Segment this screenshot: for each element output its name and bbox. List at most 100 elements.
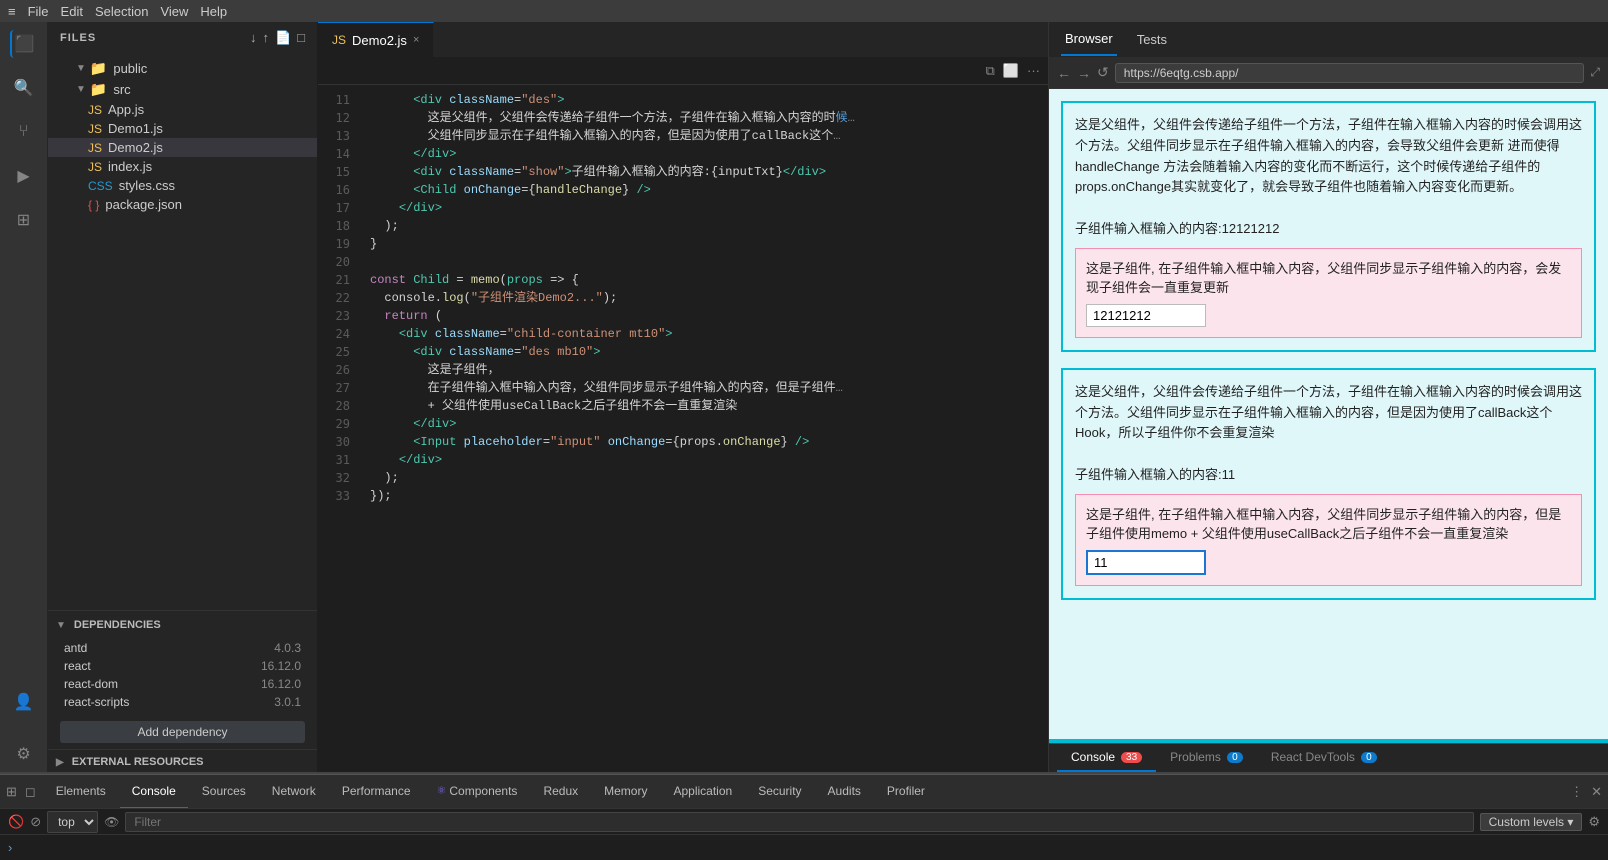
url-bar[interactable]: [1115, 63, 1585, 83]
more-actions-icon[interactable]: ···: [1027, 63, 1040, 78]
console-filter-toggle[interactable]: ⊘: [30, 814, 41, 830]
devtools-tab-performance[interactable]: Performance: [330, 775, 423, 809]
menu-icon[interactable]: ≡: [8, 4, 16, 19]
folder-icon: 📁: [90, 81, 107, 98]
browser-panel: Browser Tests ← → ↺ ⤢ 这是父组件，父组件会传递给子组件一个…: [1048, 22, 1608, 772]
help-menu[interactable]: Help: [200, 4, 227, 19]
refresh-button[interactable]: ↺: [1097, 64, 1109, 81]
tree-label: Demo1.js: [108, 121, 163, 136]
tree-label: public: [113, 61, 147, 76]
prompt-caret-icon: ›: [8, 840, 12, 855]
child-input-2[interactable]: [1086, 550, 1206, 575]
devtools-tab-redux[interactable]: Redux: [531, 775, 590, 809]
child-box-2: 这是子组件, 在子组件输入框中输入内容，父组件同步显示子组件输入的内容，但是子组…: [1075, 494, 1582, 586]
sort-up-icon[interactable]: ↑: [262, 30, 269, 46]
tree-item-src[interactable]: 📁 src: [48, 79, 317, 100]
line-numbers: 1112131415 1617181920 2122232425 2627282…: [318, 85, 358, 772]
tab-close-icon[interactable]: ×: [413, 34, 419, 46]
forward-button[interactable]: →: [1077, 65, 1091, 81]
tree-item-demo1js[interactable]: JS Demo1.js: [48, 119, 317, 138]
tree-item-demo2js[interactable]: JS Demo2.js: [48, 138, 317, 157]
editor-tab-demo2js[interactable]: JS Demo2.js ×: [318, 22, 434, 57]
custom-levels-label: Custom levels ▾: [1489, 815, 1574, 829]
external-resources-title: External resources: [56, 756, 309, 768]
devtools-tab-audits[interactable]: Audits: [816, 775, 873, 809]
browser-tab[interactable]: Browser: [1061, 23, 1117, 56]
top-bar-icons: ≡ File Edit Selection View Help: [8, 4, 227, 19]
add-dependency-button[interactable]: Add dependency: [60, 721, 305, 743]
tree-item-public[interactable]: 📁 public: [48, 58, 317, 79]
tree-item-appjs[interactable]: JS App.js: [48, 100, 317, 119]
code-content[interactable]: <div className="des"> 这是父组件，父组件会传递给子组件一个…: [358, 85, 1048, 772]
editor-tab-label: Demo2.js: [352, 33, 407, 48]
devtools-second-icon[interactable]: ◻: [25, 784, 36, 800]
open-preview-icon[interactable]: ⬜: [1003, 63, 1019, 79]
tree-item-stylescss[interactable]: CSS styles.css: [48, 176, 317, 195]
devtools-tab-console[interactable]: Console: [120, 775, 188, 809]
css-file-icon: CSS: [88, 179, 113, 193]
editor-area: JS Demo2.js × ⧉ ⬜ ··· 1112131415 1617181…: [318, 22, 1048, 772]
tests-tab[interactable]: Tests: [1133, 24, 1171, 55]
console-context-select[interactable]: top: [47, 811, 98, 833]
js-file-icon: JS: [88, 122, 102, 136]
file-menu[interactable]: File: [28, 4, 49, 19]
view-menu[interactable]: View: [160, 4, 188, 19]
split-editor-icon[interactable]: ⧉: [986, 63, 995, 79]
selection-menu[interactable]: Selection: [95, 4, 148, 19]
custom-levels-button[interactable]: Custom levels ▾: [1480, 813, 1583, 831]
avatar-icon[interactable]: 👤: [10, 688, 38, 716]
parent-box-2: 这是父组件，父组件会传递给子组件一个方法，子组件在输入框输入内容的时候会调用这个…: [1061, 368, 1596, 600]
console-tab-bar: Console 33 Problems 0 React DevTools 0: [1049, 744, 1608, 772]
dependencies-section[interactable]: Dependencies: [48, 615, 317, 635]
devtools-settings-icon[interactable]: ⚙: [1588, 814, 1600, 830]
external-resources-section[interactable]: External resources: [48, 749, 317, 772]
eye-icon[interactable]: 👁: [104, 815, 119, 829]
devtools-tab-security[interactable]: Security: [746, 775, 813, 809]
react-devtools-tab[interactable]: React DevTools 0: [1257, 744, 1391, 772]
devtools-tab-components[interactable]: ⚛Components: [425, 775, 530, 809]
icon-bar: ⬛ 🔍 ⑂ ▶ ⊞ 👤 ⚙: [0, 22, 48, 772]
sidebar: Files ↓ ↑ 📄 □ 📁 public 📁 src JS App.js: [48, 22, 318, 772]
tree-item-indexjs[interactable]: JS index.js: [48, 157, 317, 176]
sort-down-icon[interactable]: ↓: [250, 30, 257, 46]
open-in-new-icon[interactable]: ⤢: [1590, 65, 1600, 80]
extensions-icon[interactable]: ⊞: [10, 206, 38, 234]
devtools-tab-elements[interactable]: Elements: [44, 775, 118, 809]
new-file-icon[interactable]: 📄: [275, 30, 291, 46]
collapse-icon[interactable]: □: [297, 30, 305, 46]
console-prompt-input[interactable]: [20, 841, 1600, 855]
devtools-tab-profiler[interactable]: Profiler: [875, 775, 937, 809]
child-input-1[interactable]: [1086, 304, 1206, 327]
search-icon[interactable]: 🔍: [10, 74, 38, 102]
back-button[interactable]: ←: [1057, 65, 1071, 81]
devtools-tab-memory[interactable]: Memory: [592, 775, 659, 809]
problems-tab[interactable]: Problems 0: [1156, 744, 1257, 772]
child-box-2-description: 这是子组件, 在子组件输入框中输入内容，父组件同步显示子组件输入的内容，但是子组…: [1086, 507, 1561, 542]
editor-tabs: JS Demo2.js ×: [318, 22, 1048, 57]
chevron-right-icon: [56, 757, 64, 768]
devtools-close-icon[interactable]: ✕: [1591, 784, 1602, 800]
top-bar: ≡ File Edit Selection View Help: [0, 0, 1608, 22]
tree-item-packagejson[interactable]: { } package.json: [48, 195, 317, 214]
console-tab[interactable]: Console 33: [1057, 744, 1156, 772]
parent-box-2-description: 这是父组件，父组件会传递给子组件一个方法，子组件在输入框输入内容的时候会调用这个…: [1075, 384, 1582, 441]
devtools-more-icon[interactable]: ⋮: [1570, 784, 1583, 800]
devtools-tab-application[interactable]: Application: [661, 775, 744, 809]
run-icon[interactable]: ▶: [10, 162, 38, 190]
explorer-icon[interactable]: ⬛: [10, 30, 38, 58]
clear-console-icon[interactable]: 🚫: [8, 814, 24, 830]
settings-icon[interactable]: ⚙: [10, 740, 38, 768]
devtools-tab-sources[interactable]: Sources: [190, 775, 258, 809]
devtools-left-icon[interactable]: ⊞: [6, 784, 17, 800]
problems-badge: 0: [1227, 752, 1243, 763]
edit-menu[interactable]: Edit: [61, 4, 83, 19]
tree-label: index.js: [108, 159, 152, 174]
devtools-tab-network[interactable]: Network: [260, 775, 328, 809]
parent-box-1: 这是父组件，父组件会传递给子组件一个方法，子组件在输入框输入内容的时候会调用这个…: [1061, 101, 1596, 352]
tree-label: package.json: [105, 197, 182, 212]
source-control-icon[interactable]: ⑂: [10, 118, 38, 146]
dependencies-title: Dependencies: [56, 619, 309, 631]
dep-reactscripts: react-scripts 3.0.1: [60, 693, 305, 711]
devtools-filter-input[interactable]: [125, 812, 1473, 832]
main-area: ⬛ 🔍 ⑂ ▶ ⊞ 👤 ⚙ Files ↓ ↑ 📄 □ 📁 public: [0, 22, 1608, 772]
